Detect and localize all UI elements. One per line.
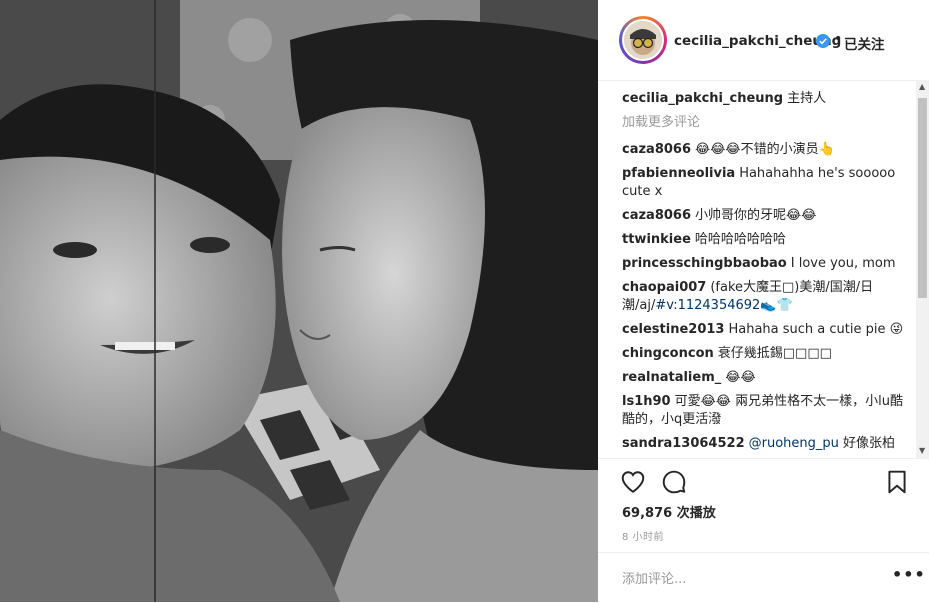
comment-username[interactable]: celestine2013 xyxy=(622,322,724,337)
avatar-image xyxy=(624,21,662,59)
comment-item: princesschingbbaobao I love you, mom xyxy=(622,255,906,273)
comment-username[interactable]: princesschingbbaobao xyxy=(622,256,787,271)
instagram-post-view: cecilia_pakchi_cheung • 已关注 cecilia_pakc… xyxy=(0,0,929,602)
add-comment-input[interactable]: 添加评论... xyxy=(622,568,686,587)
comments-scrollbar[interactable]: ▲ ▼ xyxy=(916,80,929,458)
comment-text: 哈哈哈哈哈哈哈 xyxy=(694,232,786,247)
verified-badge-icon xyxy=(816,34,830,48)
comment-icon[interactable] xyxy=(661,469,687,495)
comment-item: pfabienneolivia Hahahahha he's sooooo cut… xyxy=(622,165,906,201)
post-timestamp[interactable]: 8 小时前 xyxy=(622,528,664,543)
separator-dot: • xyxy=(834,31,843,47)
caption-username[interactable]: cecilia_pakchi_cheung xyxy=(622,91,783,106)
post-caption: cecilia_pakchi_cheung 主持人 xyxy=(622,90,906,108)
comment-item: ls1h90 可愛😂😂 兩兄弟性格不太一樣，小lu酷酷的，小q更活潑 xyxy=(622,393,906,429)
post-sidebar: cecilia_pakchi_cheung • 已关注 cecilia_pakc… xyxy=(598,0,929,602)
avatar[interactable] xyxy=(622,19,664,61)
comment-emoji: 👟👕 xyxy=(760,298,793,313)
comment-text: 😂😂 xyxy=(725,370,756,385)
post-header: cecilia_pakchi_cheung • 已关注 xyxy=(598,0,929,81)
comment-username[interactable]: caza8066 xyxy=(622,208,691,223)
load-more-comments-button[interactable]: 加载更多评论 xyxy=(622,114,906,132)
scroll-thumb[interactable] xyxy=(918,98,927,298)
comments-list: cecilia_pakchi_cheung 主持人 加载更多评论 caza8066… xyxy=(622,90,906,458)
caption-text: 主持人 xyxy=(787,91,827,106)
comment-username[interactable]: pfabienneolivia xyxy=(622,166,735,181)
comment-text: 衰仔幾抵錫□□□□ xyxy=(717,346,832,361)
comment-item: chaopai007 (fake大魔王□)美潮/国潮/日潮/aj/#v:11243… xyxy=(622,279,906,315)
comment-item: caza8066 😂😂😂不错的小演员👆 xyxy=(622,141,906,159)
comment-text: Hahaha such a cutie pie 😜 xyxy=(728,322,904,337)
comment-username[interactable]: sandra13064522 xyxy=(622,436,745,451)
comment-username[interactable]: realnataliem_ xyxy=(622,370,721,385)
comment-item: celestine2013 Hahaha such a cutie pie 😜 xyxy=(622,321,906,339)
comment-item: realnataliem_ 😂😂 xyxy=(622,369,906,387)
bookmark-icon[interactable] xyxy=(884,469,910,495)
comment-text: 好像张柏 xyxy=(843,436,896,451)
comment-item: ttwinkiee 哈哈哈哈哈哈哈 xyxy=(622,231,906,249)
comment-username[interactable]: chingconcon xyxy=(622,346,714,361)
photo-illustration xyxy=(0,0,598,602)
following-button[interactable]: 已关注 xyxy=(844,33,885,53)
hashtag-link[interactable]: #v:1124354692 xyxy=(655,298,760,313)
comment-item: sandra13064522 @ruoheng_pu 好像张柏 xyxy=(622,435,906,453)
comment-text: 小帅哥你的牙呢😂😂 xyxy=(695,208,817,223)
comment-username[interactable]: ttwinkiee xyxy=(622,232,691,247)
comment-username[interactable]: caza8066 xyxy=(622,142,691,157)
more-options-icon[interactable]: ••• xyxy=(892,565,926,584)
add-comment-bar: 添加评论... ••• xyxy=(598,552,929,603)
comment-username[interactable]: ls1h90 xyxy=(622,394,671,409)
post-photo[interactable] xyxy=(0,0,598,602)
comment-item: caza8066 小帅哥你的牙呢😂😂 xyxy=(622,207,906,225)
scroll-up-arrow-icon[interactable]: ▲ xyxy=(919,82,925,91)
comment-text: 😂😂😂不错的小演员👆 xyxy=(695,142,835,157)
mention-link[interactable]: @ruoheng_pu xyxy=(749,436,839,451)
heart-icon[interactable] xyxy=(620,469,646,495)
comment-text: I love you, mom xyxy=(790,256,896,271)
avatar-story-ring[interactable] xyxy=(619,16,667,64)
comment-item: chingconcon 衰仔幾抵錫□□□□ xyxy=(622,345,906,363)
comment-username[interactable]: chaopai007 xyxy=(622,280,706,295)
scroll-down-arrow-icon[interactable]: ▼ xyxy=(919,446,925,455)
view-count[interactable]: 69,876 次播放 xyxy=(622,502,716,521)
